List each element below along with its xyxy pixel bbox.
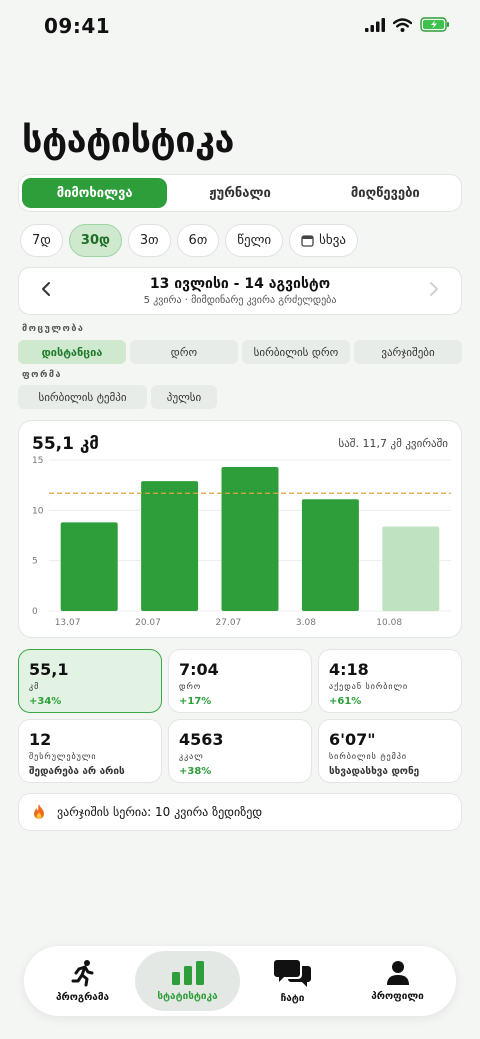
stats-grid: 55,1 კმ +34% 7:04 დრო +17% 4:18 აქედან ს… bbox=[18, 649, 462, 783]
status-icons bbox=[365, 17, 450, 32]
section-label-form: ფორმა bbox=[22, 370, 63, 380]
stat-label: დრო bbox=[179, 682, 202, 691]
battery-charging-icon bbox=[420, 17, 449, 32]
period-chip-6m[interactable]: 6თ bbox=[176, 224, 220, 257]
chip-label: 6თ bbox=[188, 233, 208, 248]
tab-chat[interactable]: ჩატი bbox=[240, 951, 345, 1011]
stat-value: 4563 bbox=[179, 730, 224, 749]
date-range-subtitle: 5 კვირა · მიმდინარე კვირა გრძელდება bbox=[143, 295, 337, 306]
stat-value: 12 bbox=[29, 730, 52, 749]
streak-text: ვარჯიშის სერია: 10 კვირა ზედიზედ bbox=[57, 805, 263, 819]
bar bbox=[301, 499, 359, 611]
stat-label: კკალ bbox=[179, 752, 204, 761]
fire-icon bbox=[34, 804, 44, 819]
wifi-icon bbox=[393, 17, 412, 32]
tab-label: ჩატი bbox=[280, 993, 305, 1004]
y-tick-label: 5 bbox=[32, 557, 38, 567]
stat-tile-run-time[interactable]: 4:18 აქედან სირბილი +61% bbox=[318, 649, 462, 713]
distance-chart-card: 55,1 კმ საშ. 11,7 კმ კვირაში 0 5 10 15 13.07… bbox=[18, 420, 462, 638]
bar bbox=[141, 481, 199, 611]
period-chips: 7დ 30დ 3თ 6თ წელი სხვა bbox=[20, 224, 358, 257]
tab-program[interactable]: პროგრამა bbox=[30, 951, 135, 1011]
stat-delta: +34% bbox=[29, 696, 62, 707]
stat-tile-pace[interactable]: 6'07" სირბილის ტემპი სხვადასხვა დონე bbox=[318, 719, 462, 783]
stat-value: 6'07" bbox=[329, 730, 376, 749]
stat-tile-time[interactable]: 7:04 დრო +17% bbox=[168, 649, 312, 713]
x-tick-label: 13.07 bbox=[55, 618, 81, 628]
y-tick-label: 10 bbox=[32, 506, 44, 516]
y-tick-label: 15 bbox=[32, 456, 43, 466]
x-tick-label: 10.08 bbox=[376, 618, 402, 628]
tab-profile[interactable]: პროფილი bbox=[345, 951, 450, 1011]
date-range-title: 13 ივლისი - 14 აგვისტო bbox=[149, 276, 331, 292]
stat-tile-completed[interactable]: 12 შესრულებული შედარება არ არის bbox=[18, 719, 162, 783]
bar bbox=[382, 526, 440, 611]
tab-overview[interactable]: მიმოხილვა bbox=[22, 178, 168, 208]
stat-value: 55,1 bbox=[29, 660, 69, 679]
bar bbox=[60, 522, 118, 611]
stat-delta: +38% bbox=[179, 766, 212, 777]
stat-label: სირბილის ტემპი bbox=[329, 752, 408, 761]
stat-label: კმ bbox=[29, 682, 40, 691]
chip-label: სხვა bbox=[319, 233, 346, 248]
metric-pill-distance[interactable]: დისტანცია bbox=[18, 340, 126, 364]
period-chip-30d[interactable]: 30დ bbox=[68, 224, 122, 257]
form-metric-pills: სირბილის ტემპი პულსი bbox=[18, 385, 217, 409]
tab-label: პროგრამა bbox=[55, 992, 110, 1003]
volume-metric-pills: დისტანცია დრო სირბილის დრო ვარჯიშები bbox=[18, 340, 462, 364]
page-title: სტატისტიკა bbox=[22, 120, 234, 161]
chevron-right-icon bbox=[429, 281, 439, 302]
date-range-card: 13 ივლისი - 14 აგვისტო 5 კვირა · მიმდინა… bbox=[18, 267, 462, 315]
x-tick-label: 3.08 bbox=[296, 618, 316, 628]
calendar-icon bbox=[301, 235, 314, 247]
metric-pill-run-time[interactable]: სირბილის დრო bbox=[242, 340, 350, 364]
x-tick-label: 27.07 bbox=[216, 618, 242, 628]
streak-banner[interactable]: ვარჯიშის სერია: 10 კვირა ზედიზედ bbox=[18, 793, 462, 831]
stat-value: 4:18 bbox=[329, 660, 369, 679]
period-chip-custom[interactable]: სხვა bbox=[289, 224, 358, 257]
chip-label: 7დ bbox=[32, 233, 51, 248]
bottom-tab-bar: პროგრამა სტატისტიკა ჩატი პროფილი bbox=[24, 946, 456, 1016]
stat-tile-distance[interactable]: 55,1 კმ +34% bbox=[18, 649, 162, 713]
segmented-control: მიმოხილვა ჟურნალი მიღწევები bbox=[18, 174, 462, 212]
metric-pill-time[interactable]: დრო bbox=[130, 340, 238, 364]
stat-label: შესრულებული bbox=[29, 752, 97, 761]
stat-tile-calories[interactable]: 4563 კკალ +38% bbox=[168, 719, 312, 783]
tab-label: სტატისტიკა bbox=[157, 991, 218, 1002]
runner-icon bbox=[71, 960, 93, 987]
bar bbox=[221, 467, 279, 611]
person-icon bbox=[386, 961, 409, 985]
period-chip-year[interactable]: წელი bbox=[225, 224, 284, 257]
stat-delta: სხვადასხვა დონე bbox=[329, 766, 420, 777]
x-tick-label: 20.07 bbox=[135, 618, 161, 628]
metric-pill-workouts[interactable]: ვარჯიშები bbox=[354, 340, 462, 364]
tab-achievements[interactable]: მიღწევები bbox=[313, 178, 458, 208]
tab-journal[interactable]: ჟურნალი bbox=[167, 178, 312, 208]
status-time: 09:41 bbox=[44, 14, 111, 38]
bar-chart: 0 5 10 15 13.07 20.07 27.07 3.08 10.08 bbox=[32, 456, 451, 628]
stat-delta: +17% bbox=[179, 696, 212, 707]
stat-label: აქედან სირბილი bbox=[329, 682, 409, 691]
metric-pill-heart-rate[interactable]: პულსი bbox=[151, 385, 217, 409]
metric-pill-pace[interactable]: სირბილის ტემპი bbox=[18, 385, 147, 409]
stat-delta: შედარება არ არის bbox=[29, 766, 125, 777]
section-label-volume: მოცულობა bbox=[22, 324, 85, 334]
chat-icon bbox=[273, 960, 311, 987]
chip-label: 30დ bbox=[80, 233, 110, 248]
status-bar: 09:41 bbox=[0, 0, 480, 52]
cellular-signal-icon bbox=[365, 17, 385, 32]
period-chip-7d[interactable]: 7დ bbox=[20, 224, 63, 257]
tab-label: პროფილი bbox=[371, 991, 424, 1002]
bar-chart-icon bbox=[171, 961, 204, 985]
chip-label: წელი bbox=[237, 233, 272, 248]
stat-value: 7:04 bbox=[179, 660, 219, 679]
y-tick-label: 0 bbox=[32, 607, 38, 617]
period-chip-3m[interactable]: 3თ bbox=[127, 224, 171, 257]
chip-label: 3თ bbox=[139, 233, 159, 248]
stat-delta: +61% bbox=[329, 696, 362, 707]
tab-statistics[interactable]: სტატისტიკა bbox=[135, 951, 240, 1011]
